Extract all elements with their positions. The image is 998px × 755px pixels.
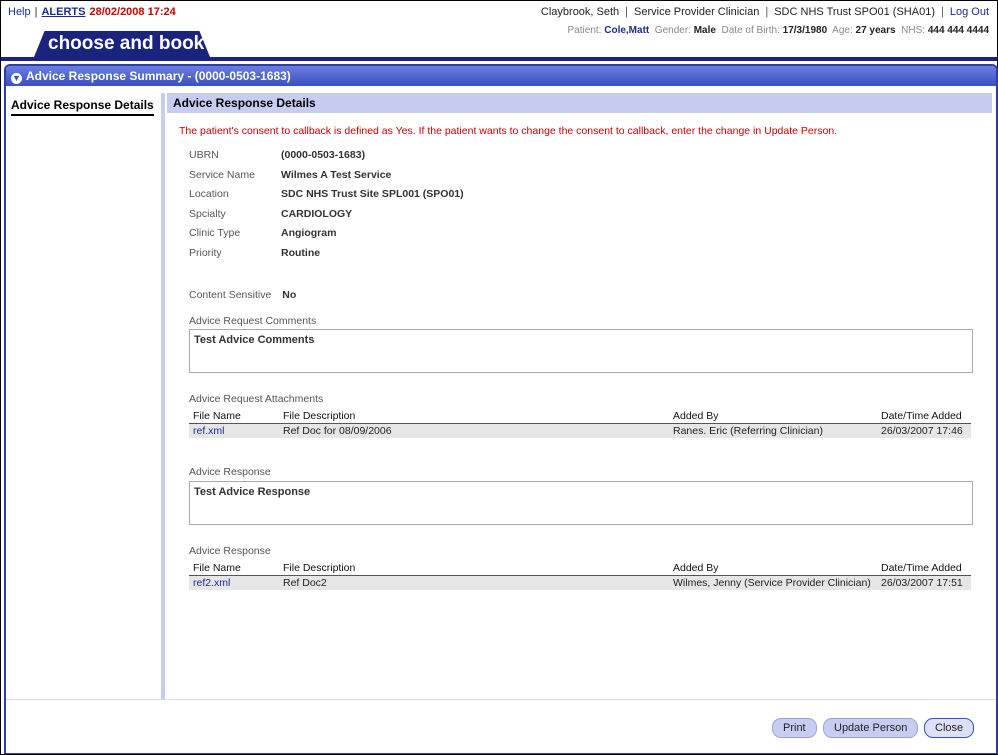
request-attachments-label: Advice Request Attachments	[189, 393, 324, 405]
window-title: Advice Response Summary - (0000-0503-168…	[26, 69, 291, 83]
user-role: Service Provider Clinician	[634, 6, 760, 18]
user-org: SDC NHS Trust SPO01 (SHA01)	[774, 6, 935, 18]
header-user-info: Claybrook, Seth | Service Provider Clinici…	[540, 6, 989, 18]
field-row: Priority Routine	[189, 246, 321, 259]
section-title: Advice Response Details	[167, 93, 992, 113]
file-link[interactable]: ref2.xml	[189, 575, 279, 590]
choose-and-book-logo: choose and book	[34, 31, 210, 57]
response-box: Test Advice Response	[189, 481, 973, 525]
alerts-datetime: 28/02/2008 17:24	[89, 6, 176, 18]
field-row: Spcialty CARDIOLOGY	[189, 207, 353, 220]
consent-notice: The patient's consent to callback is def…	[179, 125, 838, 137]
content-sensitive-value: No	[282, 289, 297, 301]
field-row: Location SDC NHS Trust Site SPL001 (SPO01…	[189, 188, 464, 200]
left-nav: Advice Response Details	[6, 93, 165, 699]
window-title-bar: ▼ Advice Response Summary - (0000-0503-16…	[6, 66, 996, 86]
table-row: ref2.xml Ref Doc2 Wilmes, Jenny (Service…	[189, 575, 971, 590]
content-sensitive-row: Content Sensitive No	[189, 289, 296, 301]
patient-banner: Patient: Cole,Matt Gender: Male Date of …	[567, 25, 989, 36]
file-link[interactable]: ref.xml	[189, 423, 279, 438]
update-person-button[interactable]: Update Person	[823, 718, 919, 738]
app-frame: Help | ALERTS 28/02/2008 17:24 choose and b…	[0, 0, 998, 755]
header: Help | ALERTS 28/02/2008 17:24 choose and b…	[1, 1, 997, 61]
separator: |	[34, 6, 38, 18]
footer-bar: Print Update Person Close	[6, 699, 996, 753]
alerts-link[interactable]: ALERTS	[41, 6, 85, 18]
referral-fields: UBRN (0000-0503-1683) Service Name Wilmes …	[189, 149, 464, 266]
table-header-row: File Name File Description Added By Date…	[189, 409, 971, 424]
patient-dob: 17/3/1980	[782, 25, 828, 36]
field-row: Clinic Type Angiogram	[189, 227, 337, 239]
user-name: Claybrook, Seth	[540, 6, 620, 18]
nav-item-advice-response-details[interactable]: Advice Response Details	[11, 98, 154, 116]
patient-gender: Male	[693, 25, 716, 36]
collapse-icon[interactable]: ▼	[11, 73, 22, 84]
main-panel: Advice Response Details The patient's co…	[167, 93, 992, 699]
logout-link[interactable]: Log Out	[950, 6, 989, 18]
field-row: Service Name Wilmes A Test Service	[189, 168, 392, 181]
close-button[interactable]: Close	[924, 718, 975, 738]
response-label: Advice Response	[189, 466, 271, 478]
table-row: ref.xml Ref Doc for 08/09/2006 Ranes. Er…	[189, 423, 971, 438]
header-divider	[1, 57, 997, 61]
response-attachments-label: Advice Response	[189, 545, 271, 557]
table-header-row: File Name File Description Added By Date…	[189, 561, 971, 576]
patient-nhs: 444 444 4444	[927, 25, 989, 36]
content-sensitive-label: Content Sensitive	[189, 289, 272, 301]
request-attachments-table: File Name File Description Added By Date…	[189, 409, 971, 438]
request-comments-label: Advice Request Comments	[189, 315, 317, 327]
advice-response-window: ▼ Advice Response Summary - (0000-0503-16…	[4, 64, 998, 754]
response-attachments-table: File Name File Description Added By Date…	[189, 561, 971, 590]
print-button[interactable]: Print	[772, 718, 817, 738]
patient-name: Cole,Matt	[604, 25, 650, 36]
header-left: Help | ALERTS 28/02/2008 17:24	[8, 6, 176, 18]
help-link[interactable]: Help	[8, 6, 31, 18]
request-comments-box: Test Advice Comments	[189, 329, 973, 373]
field-row: UBRN (0000-0503-1683)	[189, 149, 366, 161]
patient-age: 27 years	[855, 25, 896, 36]
